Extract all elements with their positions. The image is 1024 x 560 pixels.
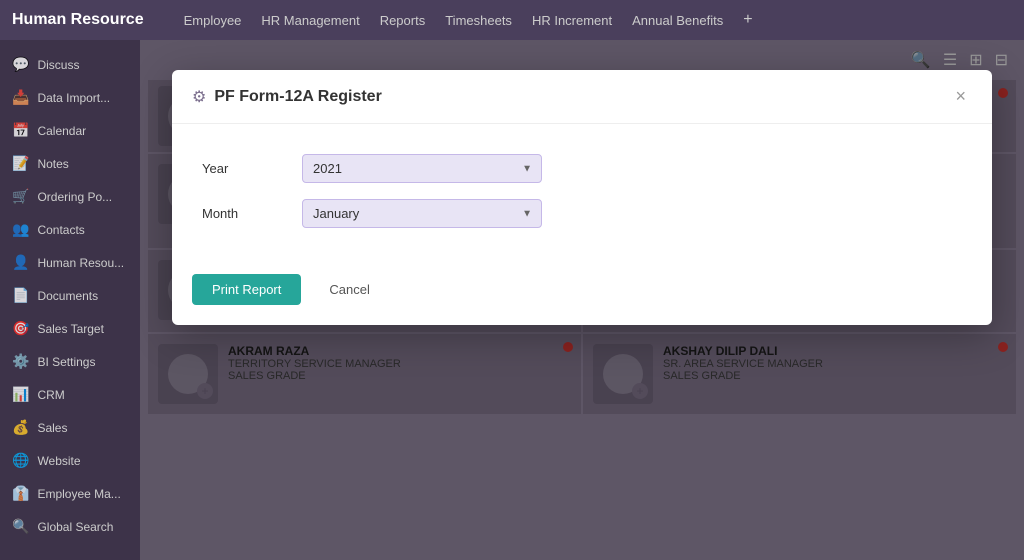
sidebar-label-crm: CRM: [37, 388, 64, 402]
sidebar-label-documents: Documents: [37, 289, 98, 303]
nav-hr-management[interactable]: HR Management: [261, 13, 359, 28]
sidebar-item-global-search[interactable]: 🔍 Global Search: [0, 510, 140, 543]
sidebar: 💬 Discuss 📥 Data Import... 📅 Calendar 📝 …: [0, 40, 140, 560]
modal-close-button[interactable]: ×: [949, 84, 972, 109]
pf-form-modal: ⚙ PF Form-12A Register × Year 2019 2020 …: [172, 70, 992, 325]
sidebar-label-notes: Notes: [37, 157, 68, 171]
sidebar-item-contacts[interactable]: 👥 Contacts: [0, 213, 140, 246]
sidebar-item-sales[interactable]: 💰 Sales: [0, 411, 140, 444]
content-area: 🔍 ☰ ⊞ ⊟ full time KOLKATA: [140, 40, 1024, 560]
month-label: Month: [202, 206, 282, 221]
settings-icon: ⚙: [192, 87, 206, 107]
sidebar-item-sales-target[interactable]: 🎯 Sales Target: [0, 312, 140, 345]
sidebar-label-human-resource: Human Resou...: [37, 256, 124, 270]
sidebar-label-contacts: Contacts: [37, 223, 84, 237]
modal-overlay: ⚙ PF Form-12A Register × Year 2019 2020 …: [140, 40, 1024, 560]
month-select-wrapper: January February March April May June Ju…: [302, 199, 542, 228]
sidebar-label-sales-target: Sales Target: [37, 322, 104, 336]
sidebar-item-human-resource[interactable]: 👤 Human Resou...: [0, 246, 140, 279]
bi-settings-icon: ⚙️: [12, 353, 29, 370]
human-resource-icon: 👤: [12, 254, 29, 271]
modal-body: Year 2019 2020 2021 2022 2023: [172, 124, 992, 264]
year-label: Year: [202, 161, 282, 176]
nav-timesheets[interactable]: Timesheets: [445, 13, 512, 28]
year-select[interactable]: 2019 2020 2021 2022 2023: [302, 154, 542, 183]
sidebar-item-crm[interactable]: 📊 CRM: [0, 378, 140, 411]
nav-hr-increment[interactable]: HR Increment: [532, 13, 612, 28]
sidebar-item-calendar[interactable]: 📅 Calendar: [0, 114, 140, 147]
notes-icon: 📝: [12, 155, 29, 172]
sidebar-item-discuss[interactable]: 💬 Discuss: [0, 48, 140, 81]
sidebar-label-sales: Sales: [37, 421, 67, 435]
sidebar-label-bi-settings: BI Settings: [37, 355, 95, 369]
nav-reports[interactable]: Reports: [380, 13, 426, 28]
sidebar-item-documents[interactable]: 📄 Documents: [0, 279, 140, 312]
nav-employee[interactable]: Employee: [184, 13, 242, 28]
global-search-icon: 🔍: [12, 518, 29, 535]
sidebar-label-employee-ma: Employee Ma...: [37, 487, 120, 501]
print-report-button[interactable]: Print Report: [192, 274, 301, 305]
sidebar-item-ordering-po[interactable]: 🛒 Ordering Po...: [0, 180, 140, 213]
calendar-icon: 📅: [12, 122, 29, 139]
modal-header: ⚙ PF Form-12A Register ×: [172, 70, 992, 124]
employee-ma-icon: 👔: [12, 485, 29, 502]
nav-annual-benefits[interactable]: Annual Benefits: [632, 13, 723, 28]
data-import-icon: 📥: [12, 89, 29, 106]
sidebar-label-discuss: Discuss: [37, 58, 79, 72]
sidebar-item-bi-settings[interactable]: ⚙️ BI Settings: [0, 345, 140, 378]
crm-icon: 📊: [12, 386, 29, 403]
documents-icon: 📄: [12, 287, 29, 304]
website-icon: 🌐: [12, 452, 29, 469]
modal-footer: Print Report Cancel: [172, 264, 992, 325]
main-layout: 💬 Discuss 📥 Data Import... 📅 Calendar 📝 …: [0, 40, 1024, 560]
sidebar-label-calendar: Calendar: [37, 124, 86, 138]
sidebar-label-ordering-po: Ordering Po...: [37, 190, 112, 204]
month-select[interactable]: January February March April May June Ju…: [302, 199, 542, 228]
app-title: Human Resource: [12, 11, 144, 29]
cancel-button[interactable]: Cancel: [313, 274, 385, 305]
sidebar-label-global-search: Global Search: [37, 520, 113, 534]
add-menu-button[interactable]: +: [743, 11, 752, 29]
ordering-po-icon: 🛒: [12, 188, 29, 205]
sidebar-item-website[interactable]: 🌐 Website: [0, 444, 140, 477]
contacts-icon: 👥: [12, 221, 29, 238]
sidebar-label-website: Website: [37, 454, 80, 468]
sidebar-item-data-import[interactable]: 📥 Data Import...: [0, 81, 140, 114]
top-navigation: Human Resource Employee HR Management Re…: [0, 0, 1024, 40]
year-select-wrapper: 2019 2020 2021 2022 2023: [302, 154, 542, 183]
year-form-row: Year 2019 2020 2021 2022 2023: [202, 154, 962, 183]
sales-icon: 💰: [12, 419, 29, 436]
sidebar-item-employee-ma[interactable]: 👔 Employee Ma...: [0, 477, 140, 510]
modal-title-area: ⚙ PF Form-12A Register: [192, 87, 382, 107]
sidebar-label-data-import: Data Import...: [37, 91, 110, 105]
discuss-icon: 💬: [12, 56, 29, 73]
sales-target-icon: 🎯: [12, 320, 29, 337]
month-form-row: Month January February March April May J…: [202, 199, 962, 228]
sidebar-item-notes[interactable]: 📝 Notes: [0, 147, 140, 180]
modal-title: PF Form-12A Register: [214, 88, 381, 106]
